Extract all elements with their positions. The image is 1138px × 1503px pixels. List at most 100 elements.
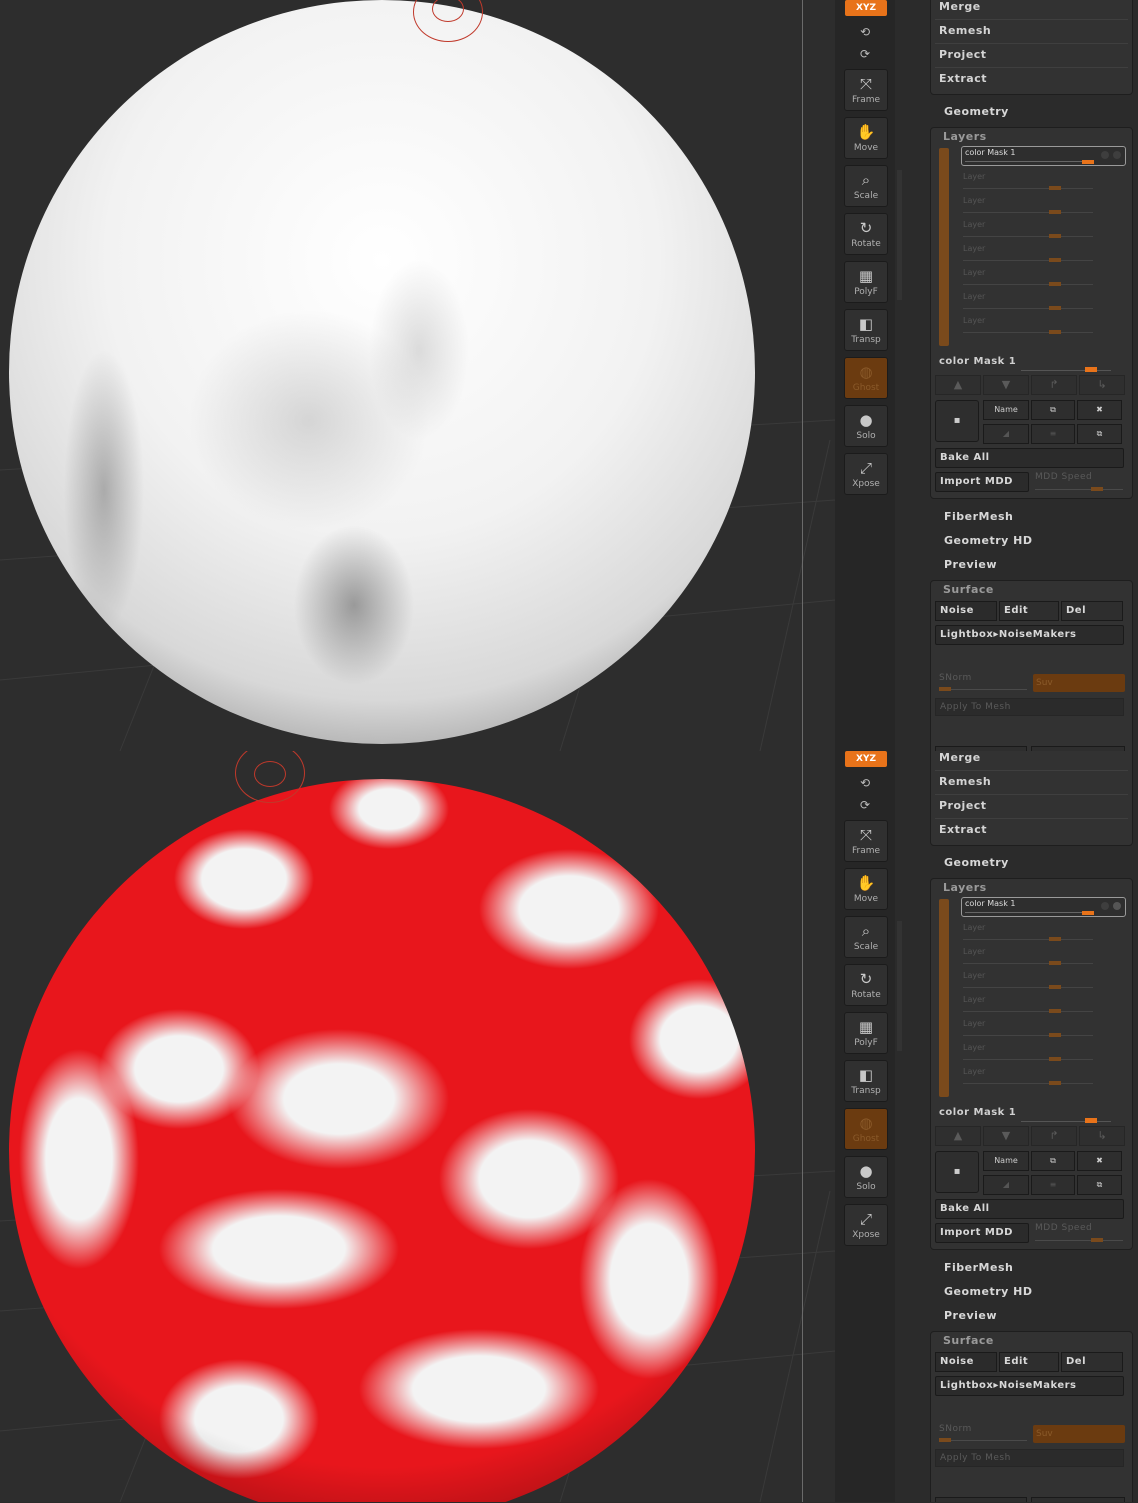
layers-title[interactable]: Layers bbox=[943, 881, 987, 894]
frame-button[interactable]: ⤧ Frame bbox=[844, 820, 888, 862]
layer-row[interactable]: Layer bbox=[963, 172, 1123, 194]
surface-title[interactable]: Surface bbox=[943, 1334, 994, 1347]
duplicate-layer-icon[interactable]: ⧉ bbox=[1031, 1151, 1075, 1171]
layers-scrollbar[interactable] bbox=[939, 899, 949, 1097]
viewport-canvas[interactable] bbox=[0, 0, 835, 751]
extract-menu[interactable]: Extract bbox=[939, 823, 987, 836]
layer-intensity-knob[interactable] bbox=[1085, 1118, 1097, 1123]
layer-record-icon[interactable] bbox=[1101, 151, 1109, 159]
remesh-menu[interactable]: Remesh bbox=[939, 24, 991, 37]
solo-button[interactable]: ● Solo bbox=[844, 405, 888, 447]
preview-section[interactable]: Preview bbox=[944, 558, 997, 571]
project-menu[interactable]: Project bbox=[939, 48, 987, 61]
layer-row[interactable]: Layer bbox=[963, 316, 1123, 338]
layer-row[interactable]: Layer bbox=[963, 292, 1123, 314]
suv-button[interactable]: Suv bbox=[1033, 1425, 1125, 1443]
viewport-canvas[interactable] bbox=[0, 751, 835, 1502]
mdd-speed-knob[interactable] bbox=[1091, 487, 1103, 491]
layer-intensity-knob[interactable] bbox=[1085, 367, 1097, 372]
del-button[interactable]: Del bbox=[1061, 1352, 1123, 1372]
import-mdd-button[interactable]: Import MDD bbox=[935, 472, 1029, 492]
edit-button[interactable]: Edit bbox=[999, 1352, 1059, 1372]
fibermesh-section[interactable]: FiberMesh bbox=[944, 1261, 1013, 1274]
layer-merge-icon[interactable]: ≡ bbox=[1031, 1175, 1075, 1195]
sculpted-sphere[interactable] bbox=[9, 0, 755, 744]
xpose-button[interactable]: ⤢ Xpose bbox=[844, 1204, 888, 1246]
new-layer-button[interactable]: ▪ bbox=[935, 400, 979, 442]
apply-to-mesh-button[interactable]: Apply To Mesh bbox=[935, 698, 1124, 716]
layer-knob[interactable] bbox=[1049, 210, 1061, 214]
move-button[interactable]: ✋ Move bbox=[844, 868, 888, 910]
layer-knob[interactable] bbox=[1049, 306, 1061, 310]
shelf-scrollbar[interactable] bbox=[897, 170, 902, 300]
bake-all-button[interactable]: Bake All bbox=[935, 448, 1124, 468]
duplicate-layer-icon[interactable]: ⧉ bbox=[1031, 400, 1075, 420]
layer-row[interactable]: Layer bbox=[963, 1067, 1123, 1089]
merge-menu[interactable]: Merge bbox=[939, 751, 981, 764]
layer-record-icon[interactable] bbox=[1101, 902, 1109, 910]
layer-row[interactable]: Layer bbox=[963, 244, 1123, 266]
layers-title[interactable]: Layers bbox=[943, 130, 987, 143]
layer-mode-icon[interactable]: ◢ bbox=[983, 424, 1029, 444]
ghost-button[interactable]: ◍ Ghost bbox=[844, 357, 888, 399]
scale-button[interactable]: ⌕ Scale bbox=[844, 165, 888, 207]
rotate-y-icon[interactable]: ⟲ bbox=[857, 24, 873, 40]
delete-layer-icon[interactable]: ✖ bbox=[1077, 1151, 1122, 1171]
layer-knob[interactable] bbox=[1049, 282, 1061, 286]
delete-layer-icon[interactable]: ✖ bbox=[1077, 400, 1122, 420]
noise-button[interactable]: Noise bbox=[935, 1352, 997, 1372]
layer-copy-icon[interactable]: ⧉ bbox=[1077, 1175, 1122, 1195]
transp-button[interactable]: ◧ Transp bbox=[844, 1060, 888, 1102]
layer-knob[interactable] bbox=[1049, 1057, 1061, 1061]
transp-button[interactable]: ◧ Transp bbox=[844, 309, 888, 351]
layer-knob[interactable] bbox=[1049, 961, 1061, 965]
layers-scrollbar[interactable] bbox=[939, 148, 949, 346]
xyz-symmetry-button[interactable]: XYZ bbox=[845, 751, 887, 767]
xpose-button[interactable]: ⤢ Xpose bbox=[844, 453, 888, 495]
fibermesh-section[interactable]: FiberMesh bbox=[944, 510, 1013, 523]
move-layer-down-icon[interactable]: ▼ bbox=[983, 375, 1029, 395]
snorm-knob[interactable] bbox=[939, 687, 951, 691]
project-menu[interactable]: Project bbox=[939, 799, 987, 812]
noise-button[interactable]: Noise bbox=[935, 601, 997, 621]
new-layer-button[interactable]: ▪ bbox=[935, 1151, 979, 1193]
mdd-speed-knob[interactable] bbox=[1091, 1238, 1103, 1242]
layer-row[interactable]: Layer bbox=[963, 923, 1123, 945]
layer-row[interactable]: Layer bbox=[963, 971, 1123, 993]
remesh-menu[interactable]: Remesh bbox=[939, 775, 991, 788]
rotate-y-icon[interactable]: ⟲ bbox=[857, 775, 873, 791]
xyz-symmetry-button[interactable]: XYZ bbox=[845, 0, 887, 16]
layer-knob[interactable] bbox=[1049, 1081, 1061, 1085]
name-button[interactable]: Name bbox=[983, 1151, 1029, 1171]
polyf-button[interactable]: ▦ PolyF bbox=[844, 261, 888, 303]
preview-section[interactable]: Preview bbox=[944, 1309, 997, 1322]
layer-row[interactable]: Layer bbox=[963, 1019, 1123, 1041]
bake-all-button[interactable]: Bake All bbox=[935, 1199, 1124, 1219]
move-button[interactable]: ✋ Move bbox=[844, 117, 888, 159]
layer-row[interactable]: Layer bbox=[963, 268, 1123, 290]
layer-knob[interactable] bbox=[1049, 937, 1061, 941]
name-button[interactable]: Name bbox=[983, 400, 1029, 420]
layer-row[interactable]: Layer bbox=[963, 995, 1123, 1017]
merge-menu[interactable]: Merge bbox=[939, 0, 981, 13]
apply-to-mesh-button[interactable]: Apply To Mesh bbox=[935, 1449, 1124, 1467]
solo-button[interactable]: ● Solo bbox=[844, 1156, 888, 1198]
rotate-z-icon[interactable]: ⟳ bbox=[857, 46, 873, 62]
layer-merge-icon[interactable]: ≡ bbox=[1031, 424, 1075, 444]
layer-eye-icon[interactable] bbox=[1113, 151, 1121, 159]
extract-menu[interactable]: Extract bbox=[939, 72, 987, 85]
layer-split-icon[interactable]: ↳ bbox=[1079, 1126, 1125, 1146]
move-layer-up-icon[interactable]: ▲ bbox=[935, 1126, 981, 1146]
layer-knob[interactable] bbox=[1049, 1009, 1061, 1013]
move-layer-down-icon[interactable]: ▼ bbox=[983, 1126, 1029, 1146]
color-masked-sphere[interactable] bbox=[9, 779, 755, 1502]
layer-knob[interactable] bbox=[1049, 234, 1061, 238]
layer-knob[interactable] bbox=[1049, 985, 1061, 989]
layer-mode-icon[interactable]: ◢ bbox=[983, 1175, 1029, 1195]
layer-row[interactable]: Layer bbox=[963, 947, 1123, 969]
move-layer-up-icon[interactable]: ▲ bbox=[935, 375, 981, 395]
layer-knob[interactable] bbox=[1049, 330, 1061, 334]
gizmo-inner-ring[interactable] bbox=[254, 761, 286, 787]
geometry-section[interactable]: Geometry bbox=[944, 105, 1009, 118]
rotate-button[interactable]: ↻ Rotate bbox=[844, 964, 888, 1006]
